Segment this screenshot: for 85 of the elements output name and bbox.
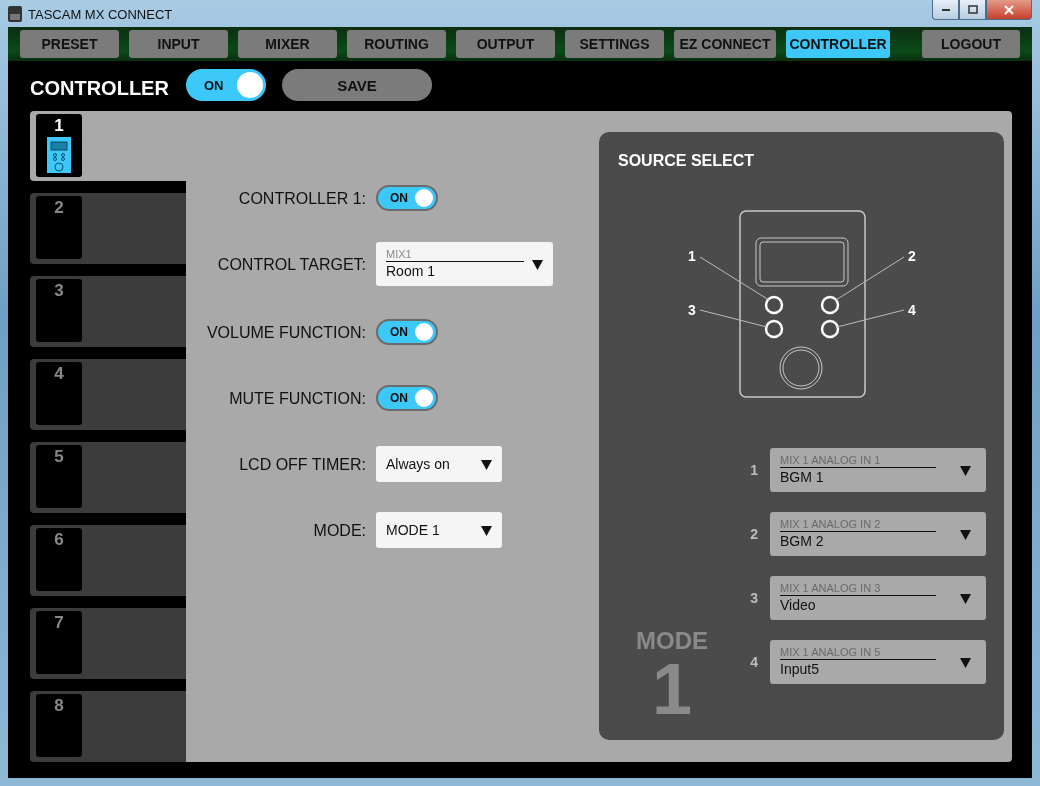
controller-slot[interactable]: 4 <box>30 359 186 430</box>
caret-icon <box>481 458 492 470</box>
close-icon <box>1004 4 1014 15</box>
callout-number: 4 <box>908 302 916 318</box>
setting-label: CONTROLLER 1: <box>237 189 367 208</box>
select-value: Input5 <box>780 660 820 679</box>
slot-number: 1 <box>54 116 64 136</box>
maximize-icon <box>967 5 978 14</box>
close-button[interactable] <box>986 0 1032 20</box>
source-select[interactable]: MIX 1 ANALOG IN 3 Video <box>770 576 986 620</box>
leader-line <box>699 256 770 301</box>
setting-label: CONTROL TARGET: <box>216 255 367 274</box>
slot-number: 6 <box>54 530 64 550</box>
nav-tab[interactable]: EZ CONNECT <box>674 30 776 58</box>
mode-label: MODE <box>636 628 709 654</box>
source-select[interactable]: MIX 1 ANALOG IN 2 BGM 2 <box>770 512 986 556</box>
source-number: 3 <box>750 590 758 606</box>
minimize-button[interactable] <box>932 0 959 20</box>
source-number: 2 <box>750 526 758 542</box>
dropdown[interactable]: MODE 1 <box>376 512 502 548</box>
callout-number: 2 <box>908 248 916 264</box>
app-icon <box>8 6 22 22</box>
toggle-switch[interactable]: ON <box>376 185 438 211</box>
caret-icon <box>960 592 971 604</box>
slot-number: 7 <box>54 613 64 633</box>
maximize-button[interactable] <box>959 0 986 20</box>
leader-line <box>699 309 768 328</box>
source-select[interactable]: MIX 1 ANALOG IN 5 Input5 <box>770 640 986 684</box>
controller-slot[interactable]: 3 <box>30 276 186 347</box>
save-button[interactable]: SAVE <box>282 69 432 101</box>
nav-tab[interactable]: MIXER <box>238 30 337 58</box>
nav-tab[interactable]: SETTINGS <box>565 30 664 58</box>
dropdown-value: Always on <box>386 456 450 472</box>
caret-icon <box>960 656 971 668</box>
panel-title: SOURCE SELECT <box>618 152 755 170</box>
page-title: CONTROLLER <box>30 75 170 100</box>
select-caption: MIX 1 ANALOG IN 3 <box>780 581 936 596</box>
slot-number: 2 <box>54 198 64 218</box>
slot-number: 8 <box>54 696 64 716</box>
leader-line <box>836 309 905 328</box>
dropdown[interactable]: Always on <box>376 446 502 482</box>
setting-label: LCD OFF TIMER: <box>238 455 367 474</box>
setting-label: MUTE FUNCTION: <box>228 389 367 408</box>
callout-number: 3 <box>688 302 696 318</box>
controller-slot[interactable]: 5 <box>30 442 186 513</box>
select-caption: MIX1 <box>386 247 524 262</box>
controller-slot[interactable]: 6 <box>30 525 186 596</box>
select-value: Video <box>780 596 817 615</box>
caret-icon <box>960 528 971 540</box>
nav-tab[interactable]: OUTPUT <box>456 30 555 58</box>
callout-number: 1 <box>688 248 696 264</box>
caret-icon <box>960 464 971 476</box>
select-value: BGM 2 <box>780 532 825 551</box>
source-number: 1 <box>750 462 758 478</box>
caret-icon <box>532 258 543 270</box>
source-number: 4 <box>750 654 758 670</box>
select-value: Room 1 <box>386 262 437 281</box>
source-select[interactable]: MIX 1 ANALOG IN 1 BGM 1 <box>770 448 986 492</box>
toggle-switch[interactable]: ON <box>376 385 438 411</box>
select-caption: MIX 1 ANALOG IN 5 <box>780 645 936 660</box>
controller-slot[interactable]: 2 <box>30 193 186 264</box>
nav-tab[interactable]: PRESET <box>20 30 119 58</box>
nav-tab[interactable]: CONTROLLER <box>786 30 890 58</box>
toggle-switch[interactable]: ON <box>376 319 438 345</box>
slot-number: 5 <box>54 447 64 467</box>
controller-slot-selected[interactable]: 1 <box>30 111 186 181</box>
select-caption: MIX 1 ANALOG IN 1 <box>780 453 936 468</box>
caret-icon <box>481 524 492 536</box>
nav-tab[interactable]: INPUT <box>129 30 228 58</box>
leader-line <box>835 256 905 301</box>
dropdown-value: MODE 1 <box>386 522 440 538</box>
setting-label: VOLUME FUNCTION: <box>205 323 367 342</box>
mode-number: 1 <box>652 654 693 724</box>
setting-label: MODE: <box>312 521 367 540</box>
target-select[interactable]: MIX1 Room 1 <box>376 242 553 286</box>
toggle-switch[interactable]: ON <box>186 69 266 101</box>
window-title: TASCAM MX CONNECT <box>28 6 173 22</box>
controller-slot[interactable]: 7 <box>30 608 186 679</box>
nav-tab[interactable]: ROUTING <box>347 30 446 58</box>
select-value: BGM 1 <box>780 468 825 487</box>
logout-button[interactable]: LOGOUT <box>922 30 1020 58</box>
slot-number: 3 <box>54 281 64 301</box>
select-caption: MIX 1 ANALOG IN 2 <box>780 517 936 532</box>
slot-number: 4 <box>54 364 64 384</box>
controller-slot[interactable]: 8 <box>30 691 186 762</box>
